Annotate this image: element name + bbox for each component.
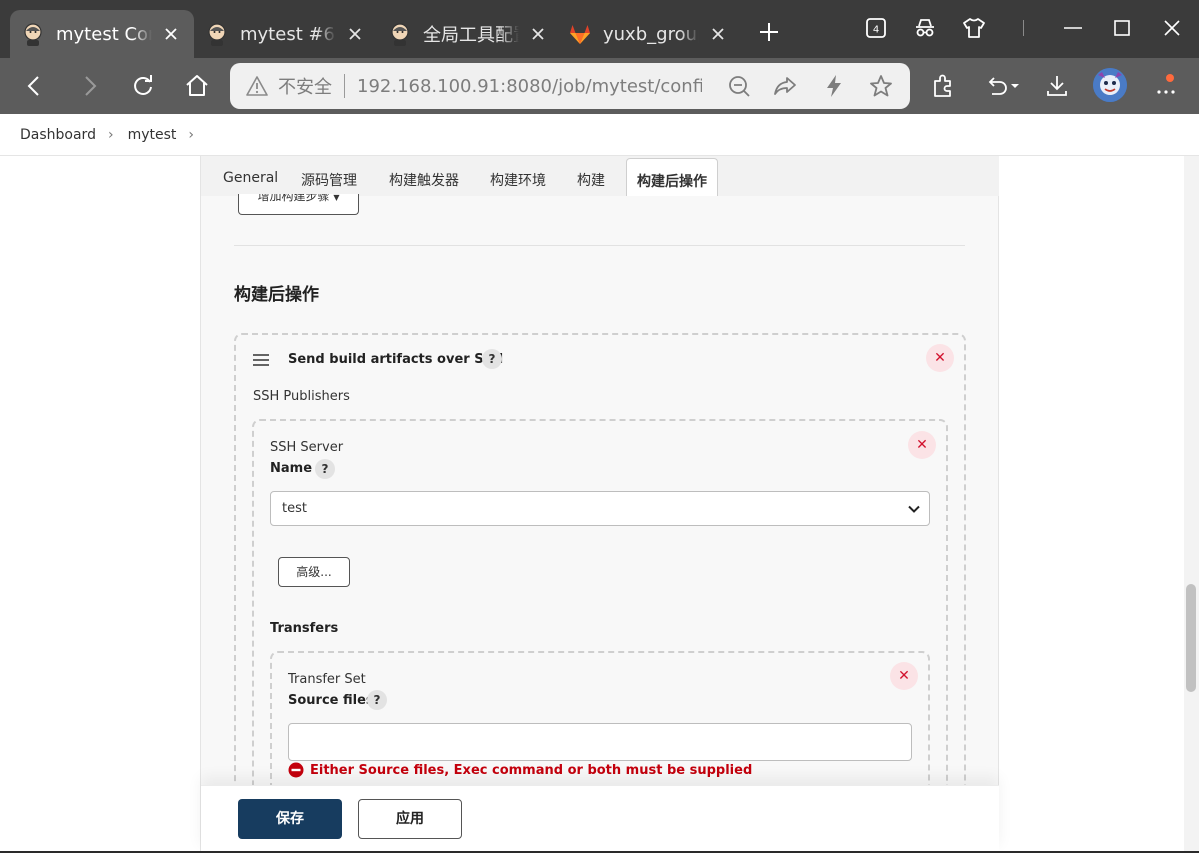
server-name-value: test <box>282 501 307 516</box>
toolbar-divider <box>1023 20 1024 36</box>
remove-step-button[interactable]: ✕ <box>926 344 954 372</box>
page-scrollbar-thumb[interactable] <box>1186 584 1196 692</box>
browser-tab-title: mytest #6 Console <box>240 23 336 45</box>
minimize-icon[interactable] <box>1059 14 1087 42</box>
transfer-set-label: Transfer Set <box>288 672 366 687</box>
warning-icon[interactable] <box>246 75 268 97</box>
jenkins-icon <box>24 23 42 46</box>
close-tab-icon[interactable] <box>344 23 366 45</box>
config-tab-bar: General 源码管理 构建触发器 构建环境 构建 构建后操作 <box>201 156 999 196</box>
tab-build-triggers[interactable]: 构建触发器 <box>389 170 459 190</box>
save-button[interactable]: 保存 <box>238 799 342 839</box>
not-secure-label: 不安全 <box>278 77 332 98</box>
close-tab-icon[interactable] <box>707 23 729 45</box>
tab-counter-icon[interactable]: 4 <box>862 14 890 42</box>
forward-icon[interactable] <box>75 72 103 100</box>
chevron-down-icon <box>908 505 920 513</box>
lightning-icon[interactable] <box>821 73 847 99</box>
url-text[interactable]: 192.168.100.91:8080/job/mytest/confi... <box>357 76 702 97</box>
right-gutter <box>999 156 1184 853</box>
close-tab-icon[interactable] <box>160 23 182 45</box>
profile-avatar[interactable] <box>1093 68 1127 102</box>
extensions-icon[interactable] <box>929 72 957 100</box>
jenkins-icon <box>391 23 409 46</box>
browser-tab-mytest-console[interactable]: mytest #6 Console <box>194 10 378 58</box>
remove-server-button[interactable]: ✕ <box>908 431 936 459</box>
zoom-out-icon[interactable] <box>726 73 752 99</box>
post-build-section-title: 构建后操作 <box>234 285 319 305</box>
ssh-publishers-label: SSH Publishers <box>253 389 350 404</box>
caret-down-icon: ▼ <box>333 194 340 202</box>
advanced-button[interactable]: 高级... <box>278 557 350 587</box>
download-icon[interactable] <box>1043 72 1071 100</box>
share-icon[interactable] <box>772 73 798 99</box>
apply-button[interactable]: 应用 <box>358 799 462 839</box>
server-name-label: Name <box>270 461 313 476</box>
source-files-error: Either Source files, Exec command or bot… <box>288 762 752 778</box>
incognito-icon[interactable] <box>911 14 939 42</box>
bookmark-star-icon[interactable] <box>868 73 894 99</box>
tab-build[interactable]: 构建 <box>577 170 605 190</box>
svg-text:4: 4 <box>873 25 879 36</box>
browser-tab-global-tools[interactable]: 全局工具配置 <box>377 10 561 58</box>
jenkins-icon <box>208 23 226 46</box>
error-message: Either Source files, Exec command or bot… <box>310 762 753 778</box>
add-build-step-label: 增加构建步骤 <box>257 194 330 203</box>
new-tab-icon[interactable] <box>755 18 783 46</box>
avatar-icon <box>1093 68 1127 102</box>
step-help-button[interactable]: ? <box>482 349 502 369</box>
reload-icon[interactable] <box>129 72 157 100</box>
address-divider <box>344 74 345 98</box>
browser-tab-title: mytest Config <box>56 23 152 45</box>
drag-handle-icon[interactable] <box>253 354 269 366</box>
step-title: Send build artifacts over SSH <box>288 352 504 367</box>
tab-build-environment[interactable]: 构建环境 <box>490 170 546 190</box>
gitlab-icon <box>570 25 590 44</box>
browser-tab-title: yuxb_group <box>603 23 699 45</box>
breadcrumb: Dashboard › mytest › <box>0 114 1199 156</box>
tab-post-build-actions[interactable]: 构建后操作 <box>626 158 718 196</box>
jenkins-page: Dashboard › mytest › General 源码管理 构建触发器 … <box>0 114 1199 853</box>
address-bar[interactable]: 不安全 192.168.100.91:8080/job/mytest/confi… <box>230 63 910 109</box>
breadcrumb-dashboard[interactable]: Dashboard <box>20 127 96 143</box>
source-files-label: Source files <box>288 693 374 708</box>
breadcrumb-job[interactable]: mytest <box>128 127 177 143</box>
source-files-input[interactable] <box>288 723 912 761</box>
server-name-select[interactable]: test <box>270 491 930 526</box>
section-divider <box>234 245 965 246</box>
browser-tab-gitlab[interactable]: yuxb_group <box>557 10 741 58</box>
server-name-help-button[interactable]: ? <box>315 459 335 479</box>
back-icon[interactable] <box>21 72 49 100</box>
close-tab-icon[interactable] <box>527 23 549 45</box>
browser-toolbar: 不安全 192.168.100.91:8080/job/mytest/confi… <box>0 58 1199 114</box>
chevron-right-icon[interactable]: › <box>108 127 114 143</box>
ssh-server-label: SSH Server <box>270 440 344 455</box>
home-icon[interactable] <box>183 72 211 100</box>
maximize-icon[interactable] <box>1108 14 1136 42</box>
browser-tab-mytest-config[interactable]: mytest Config <box>10 10 194 58</box>
left-gutter <box>0 156 200 853</box>
chevron-right-icon[interactable]: › <box>188 127 194 143</box>
tab-general[interactable]: General <box>223 170 278 186</box>
close-window-icon[interactable] <box>1158 14 1186 42</box>
undo-dropdown-icon[interactable] <box>982 72 1024 100</box>
browser-tab-title: 全局工具配置 <box>423 25 519 46</box>
more-options-icon[interactable] <box>1152 72 1180 100</box>
shirt-icon[interactable] <box>960 14 988 42</box>
error-stop-icon <box>288 762 304 778</box>
source-files-help-button[interactable]: ? <box>367 690 387 710</box>
page-scrollbar-track[interactable] <box>1184 156 1199 853</box>
transfers-label: Transfers <box>270 621 339 636</box>
add-build-step-button[interactable]: 增加构建步骤 ▼ <box>238 194 359 215</box>
remove-transfer-set-button[interactable]: ✕ <box>890 662 918 690</box>
browser-tab-strip: mytest Config mytest #6 Console 全局工具配置 <box>0 0 1199 58</box>
tab-scm[interactable]: 源码管理 <box>301 170 357 190</box>
